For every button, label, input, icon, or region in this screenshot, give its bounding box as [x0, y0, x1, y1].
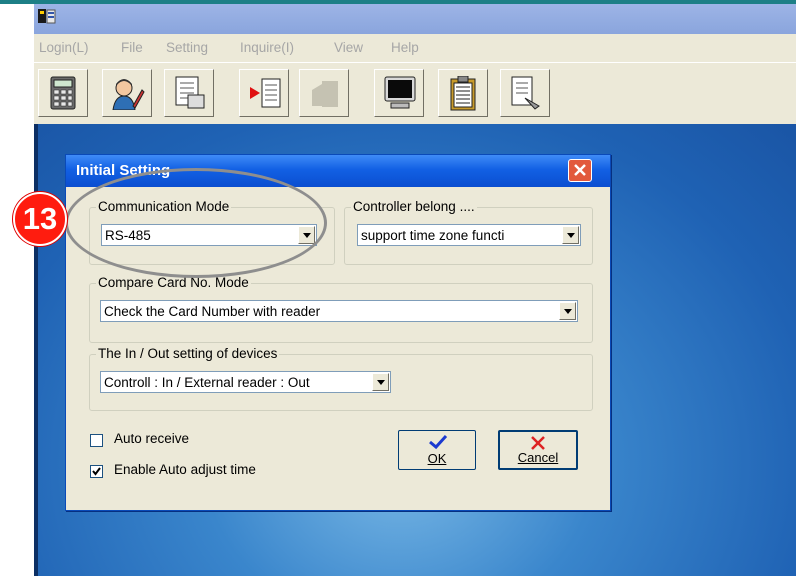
calculator-button[interactable] — [38, 69, 88, 117]
toolbar — [34, 62, 796, 126]
menu-view[interactable]: View — [334, 40, 363, 55]
menu-setting[interactable]: Setting — [166, 40, 208, 55]
export-button-disabled[interactable] — [299, 69, 349, 117]
auto-receive-checkbox[interactable] — [90, 434, 103, 447]
import-button[interactable] — [239, 69, 289, 117]
highlight-ellipse — [65, 168, 327, 278]
chevron-down-icon[interactable] — [562, 226, 579, 244]
checkmark-icon — [92, 467, 101, 476]
document-button[interactable] — [164, 69, 214, 117]
ok-button[interactable]: OK — [398, 430, 476, 470]
compare-mode-select[interactable]: Check the Card Number with reader — [100, 300, 578, 322]
disabled-export-icon — [312, 81, 338, 107]
controller-select[interactable]: support time zone functi — [357, 224, 581, 246]
auto-adjust-label: Enable Auto adjust time — [114, 462, 256, 477]
compare-mode-label: Compare Card No. Mode — [96, 275, 251, 290]
menu-inquire[interactable]: Inquire(I) — [240, 40, 294, 55]
user-edit-icon — [112, 79, 145, 110]
calculator-icon — [50, 76, 76, 110]
menu-login[interactable]: Login(L) — [39, 40, 89, 55]
clipboard-icon — [450, 76, 476, 111]
inout-label: The In / Out setting of devices — [96, 346, 280, 361]
ok-label: OK — [427, 451, 447, 466]
left-margin — [0, 4, 34, 576]
menu-bar: Login(L) File Setting Inquire(I) View He… — [34, 34, 796, 60]
check-icon — [429, 434, 448, 450]
inout-value: Controll : In / External reader : Out — [104, 375, 310, 390]
report-icon — [511, 76, 540, 110]
inout-select[interactable]: Controll : In / External reader : Out — [100, 371, 391, 393]
document-icon — [175, 76, 205, 109]
user-edit-button[interactable] — [102, 69, 152, 117]
cancel-label: Cancel — [517, 450, 559, 465]
controller-label: Controller belong .... — [351, 199, 477, 214]
monitor-button[interactable] — [374, 69, 424, 117]
auto-adjust-checkbox[interactable] — [90, 465, 103, 478]
monitor-icon — [384, 76, 416, 109]
chevron-down-icon[interactable] — [559, 302, 576, 320]
report-button[interactable] — [500, 69, 550, 117]
import-icon — [250, 78, 281, 108]
controller-group: Controller belong .... support time zone… — [344, 199, 593, 265]
dialog-close-button[interactable] — [568, 159, 592, 182]
cancel-button[interactable]: Cancel — [498, 430, 578, 470]
close-icon — [574, 164, 586, 176]
step-number-badge: 13 — [13, 192, 67, 246]
app-titlebar — [34, 4, 796, 34]
inout-group: The In / Out setting of devices Controll… — [89, 346, 593, 411]
auto-receive-label: Auto receive — [114, 431, 190, 446]
clipboard-button[interactable] — [438, 69, 488, 117]
menu-help[interactable]: Help — [391, 40, 419, 55]
compare-mode-value: Check the Card Number with reader — [104, 304, 321, 319]
app-icon — [38, 9, 56, 24]
menu-file[interactable]: File — [121, 40, 143, 55]
controller-value: support time zone functi — [361, 228, 505, 243]
x-icon — [531, 436, 545, 450]
compare-mode-group: Compare Card No. Mode Check the Card Num… — [89, 275, 593, 343]
chevron-down-icon[interactable] — [372, 373, 389, 391]
